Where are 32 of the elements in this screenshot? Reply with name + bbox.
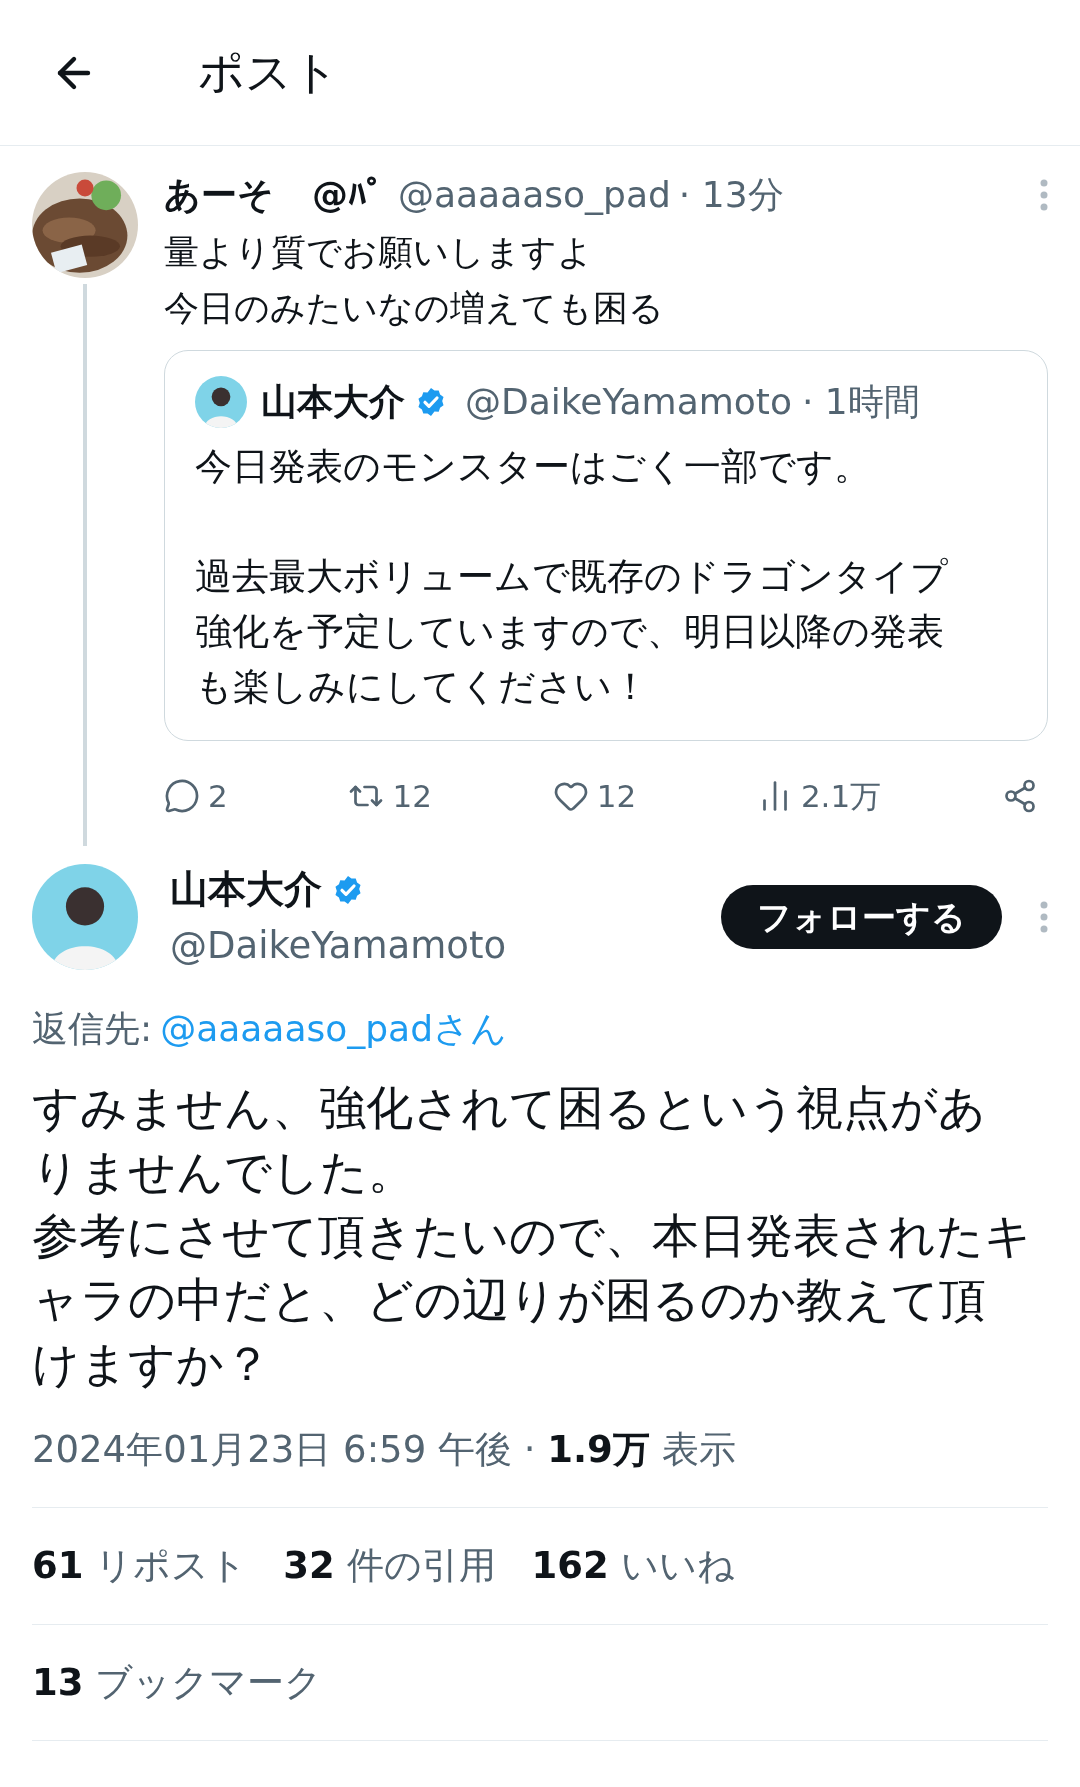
like-button[interactable]: 12 — [552, 772, 637, 820]
follow-button[interactable]: フォローする — [721, 885, 1002, 950]
post-text: 量より質でお願いしますよ — [164, 231, 594, 274]
display-name: 山本大介 — [170, 866, 322, 913]
post-time: · 1時間 — [801, 380, 920, 424]
display-name: 山本大介 — [261, 380, 405, 424]
engagement-stat[interactable]: 61 リポスト — [32, 1538, 248, 1594]
engagement-stat[interactable]: 32 件の引用 — [283, 1538, 496, 1594]
reply-button[interactable]: 2 — [164, 772, 228, 820]
post-text: 今日のみたいなの増えても困る — [164, 287, 665, 330]
views-button[interactable]: 2.1万 — [756, 772, 882, 820]
quoted-post-text: 今日発表のモンスターはごく一部です。 — [195, 444, 872, 490]
reply-icon — [164, 778, 200, 814]
quoted-post-card[interactable]: 山本大介 @DaikeYamamoto · 1時間 今日発表のモンスターはごく一部です。 過去最大ボリュームで既存のドラゴンタイプ強化を予定していますので、明日以降の発表も楽しみにしてください！ — [164, 350, 1048, 741]
quoted-post-text: 過去最大ボリュームで既存のドラゴンタイプ強化を予定していますので、明日以降の発表も楽しみにしてください！ — [195, 554, 949, 710]
user-handle: @DaikeYamamoto — [465, 380, 792, 424]
repost-button[interactable]: 12 — [348, 772, 432, 820]
post-text: 参考にさせて頂きたいので、本日発表されたキャラの中だと、どの辺りが困るのか教えて頂けますか？ — [32, 1206, 1032, 1393]
post-timestamp: 2024年01月23日 6:59 午後 · — [32, 1427, 537, 1471]
view-count: 1.9万 — [547, 1427, 650, 1471]
post-text: すみません、強化されて困るという視点がありませんでした。 — [32, 1078, 987, 1201]
display-name: あーそ — [164, 173, 274, 217]
user-handle: @DaikeYamamoto — [170, 924, 507, 967]
page-title: ポスト — [198, 44, 339, 101]
post-time: · 13分 — [678, 173, 784, 217]
avatar[interactable] — [195, 376, 247, 428]
view-label: 表示 — [660, 1427, 736, 1471]
user-handle: @aaaaaso_pad — [398, 173, 671, 217]
display-name-suffix: @ﾊﾟ — [312, 173, 384, 217]
bookmark-stat[interactable]: 13 ブックマーク — [32, 1654, 323, 1711]
engagement-stat[interactable]: 162 いいね — [531, 1538, 735, 1594]
reply-to-label: 返信先: — [32, 1006, 153, 1051]
